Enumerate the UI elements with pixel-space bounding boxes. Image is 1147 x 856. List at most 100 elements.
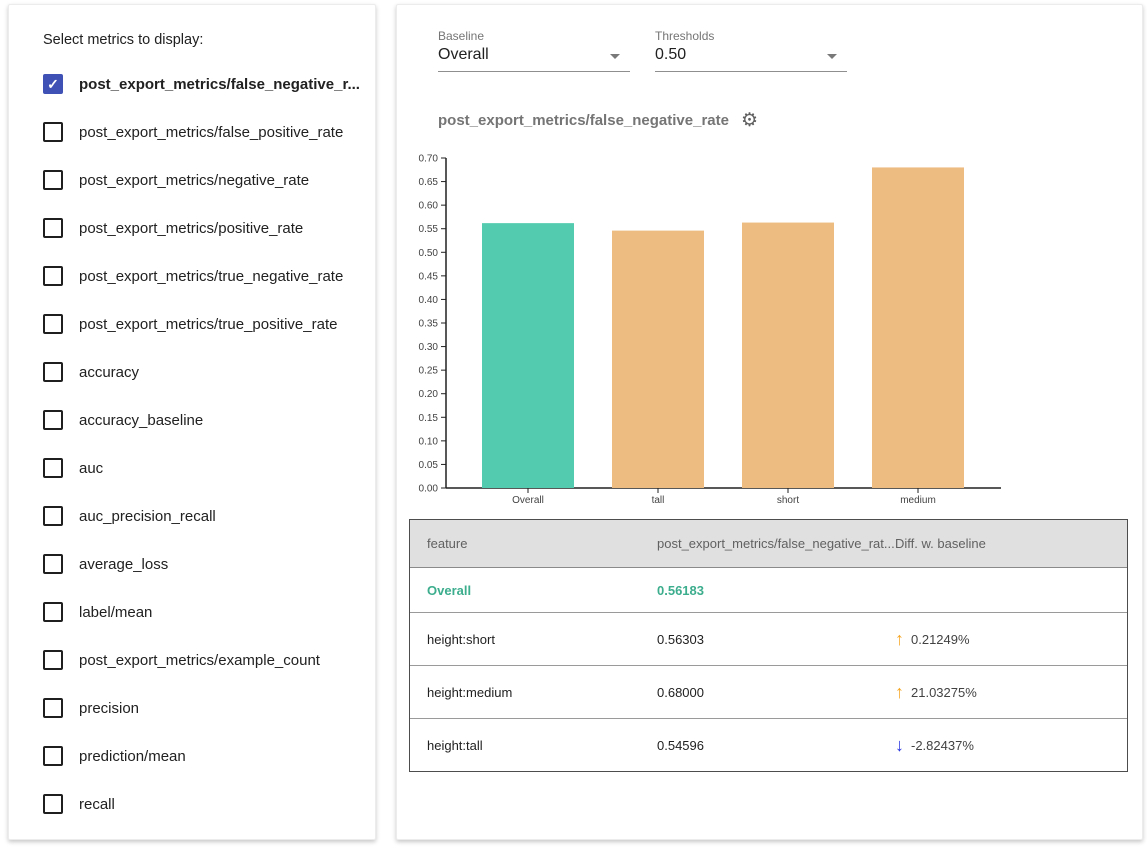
checkbox-unchecked-icon[interactable] [43, 266, 63, 286]
metric-checkbox-item[interactable]: post_export_metrics/true_positive_rate [9, 300, 375, 348]
gear-icon[interactable]: ⚙ [741, 111, 758, 130]
chevron-down-icon [827, 54, 837, 59]
metric-checkbox-item[interactable]: recall [9, 780, 375, 828]
chevron-down-icon [610, 54, 620, 59]
y-tick-label: 0.20 [419, 389, 439, 400]
y-tick-label: 0.40 [419, 295, 439, 306]
metric-checkbox-item[interactable]: prediction/mean [9, 732, 375, 780]
metric-value-cell: 0.54596 [657, 738, 895, 753]
metrics-selector-panel: Select metrics to display: ✓post_export_… [8, 4, 376, 840]
checkbox-unchecked-icon[interactable] [43, 218, 63, 238]
checkmark-icon: ✓ [47, 77, 59, 91]
metric-label: post_export_metrics/false_positive_rate [79, 124, 343, 141]
x-tick-label: medium [900, 495, 936, 506]
checkbox-unchecked-icon[interactable] [43, 458, 63, 478]
table-row: height:tall0.54596↓ -2.82437% [410, 719, 1127, 771]
feature-cell: height:medium [410, 685, 657, 700]
diff-cell: ↑ 0.21249% [895, 630, 1127, 648]
bar-tall[interactable] [612, 231, 704, 488]
checkbox-unchecked-icon[interactable] [43, 410, 63, 430]
checkbox-unchecked-icon[interactable] [43, 554, 63, 574]
y-tick-label: 0.50 [419, 248, 439, 259]
checkbox-unchecked-icon[interactable] [43, 794, 63, 814]
y-tick-label: 0.35 [419, 319, 439, 330]
metric-label: auc_precision_recall [79, 508, 216, 525]
metric-table: feature post_export_metrics/false_negati… [409, 519, 1128, 772]
results-panel: Baseline Overall Thresholds 0.50 post_ex… [396, 4, 1143, 840]
metric-checkbox-item[interactable]: auc_precision_recall [9, 492, 375, 540]
bar-Overall[interactable] [482, 223, 574, 488]
metric-label: precision [79, 700, 139, 717]
metric-checkbox-item[interactable]: post_export_metrics/true_negative_rate [9, 252, 375, 300]
metric-label: prediction/mean [79, 748, 186, 765]
metric-value-cell: 0.56183 [657, 583, 895, 598]
checkbox-unchecked-icon[interactable] [43, 362, 63, 382]
y-tick-label: 0.05 [419, 460, 439, 471]
table-header-row: feature post_export_metrics/false_negati… [410, 520, 1127, 568]
diff-cell: ↑ 21.03275% [895, 683, 1127, 701]
thresholds-select[interactable]: Thresholds 0.50 [655, 29, 847, 72]
y-tick-label: 0.15 [419, 413, 439, 424]
y-tick-label: 0.60 [419, 201, 439, 212]
diff-cell: ↓ -2.82437% [895, 736, 1127, 754]
table-header-metric: post_export_metrics/false_negative_rat..… [657, 536, 895, 551]
metric-checkbox-item[interactable]: average_loss [9, 540, 375, 588]
baseline-select-value: Overall [438, 46, 630, 64]
metric-checkbox-item[interactable]: post_export_metrics/positive_rate [9, 204, 375, 252]
bar-short[interactable] [742, 223, 834, 488]
y-tick-label: 0.55 [419, 224, 439, 235]
feature-cell: height:tall [410, 738, 657, 753]
metric-checkbox-item[interactable]: post_export_metrics/negative_rate [9, 156, 375, 204]
metric-label: recall [79, 796, 115, 813]
checkbox-unchecked-icon[interactable] [43, 746, 63, 766]
y-tick-label: 0.25 [419, 366, 439, 377]
metric-checkbox-item[interactable]: auc [9, 444, 375, 492]
table-row: height:medium0.68000↑ 21.03275% [410, 666, 1127, 719]
checkbox-unchecked-icon[interactable] [43, 170, 63, 190]
x-tick-label: tall [652, 495, 665, 506]
metrics-list: ✓post_export_metrics/false_negative_r...… [9, 60, 375, 828]
metric-label: post_export_metrics/true_negative_rate [79, 268, 343, 285]
checkbox-unchecked-icon[interactable] [43, 314, 63, 334]
metric-checkbox-item[interactable]: accuracy [9, 348, 375, 396]
metric-checkbox-item[interactable]: label/mean [9, 588, 375, 636]
diff-value: -2.82437% [911, 738, 974, 753]
bar-medium[interactable] [872, 167, 964, 488]
metric-value-cell: 0.56303 [657, 632, 895, 647]
checkbox-unchecked-icon[interactable] [43, 698, 63, 718]
checkbox-checked-icon[interactable]: ✓ [43, 74, 63, 94]
metric-label: post_export_metrics/positive_rate [79, 220, 303, 237]
metric-checkbox-item[interactable]: ✓post_export_metrics/false_negative_r... [9, 60, 375, 108]
diff-value: 21.03275% [911, 685, 977, 700]
down-arrow-icon: ↓ [895, 736, 904, 754]
checkbox-unchecked-icon[interactable] [43, 650, 63, 670]
baseline-select[interactable]: Baseline Overall [438, 29, 630, 72]
metric-label: post_export_metrics/true_positive_rate [79, 316, 337, 333]
metric-checkbox-item[interactable]: accuracy_baseline [9, 396, 375, 444]
metric-checkbox-item[interactable]: post_export_metrics/example_count [9, 636, 375, 684]
x-tick-label: Overall [512, 495, 544, 506]
table-body: Overall0.56183height:short0.56303↑0.2124… [410, 568, 1127, 771]
x-tick-label: short [777, 495, 799, 506]
metric-label: auc [79, 460, 103, 477]
metric-value-cell: 0.68000 [657, 685, 895, 700]
table-row: height:short0.56303↑0.21249% [410, 613, 1127, 666]
baseline-select-label: Baseline [438, 29, 630, 43]
metric-checkbox-item[interactable]: precision [9, 684, 375, 732]
checkbox-unchecked-icon[interactable] [43, 122, 63, 142]
metric-label: accuracy [79, 364, 139, 381]
bar-chart: 0.000.050.100.150.200.250.300.350.400.45… [397, 145, 1144, 515]
y-tick-label: 0.10 [419, 436, 439, 447]
y-tick-label: 0.65 [419, 177, 439, 188]
checkbox-unchecked-icon[interactable] [43, 602, 63, 622]
up-arrow-icon: ↑ [895, 683, 904, 701]
metric-label: accuracy_baseline [79, 412, 203, 429]
diff-value: 0.21249% [911, 632, 970, 647]
metric-checkbox-item[interactable]: post_export_metrics/false_positive_rate [9, 108, 375, 156]
up-arrow-icon: ↑ [895, 630, 904, 648]
y-tick-label: 0.30 [419, 342, 439, 353]
y-tick-label: 0.70 [419, 154, 439, 165]
metric-label: post_export_metrics/negative_rate [79, 172, 309, 189]
checkbox-unchecked-icon[interactable] [43, 506, 63, 526]
feature-cell: Overall [410, 583, 657, 598]
